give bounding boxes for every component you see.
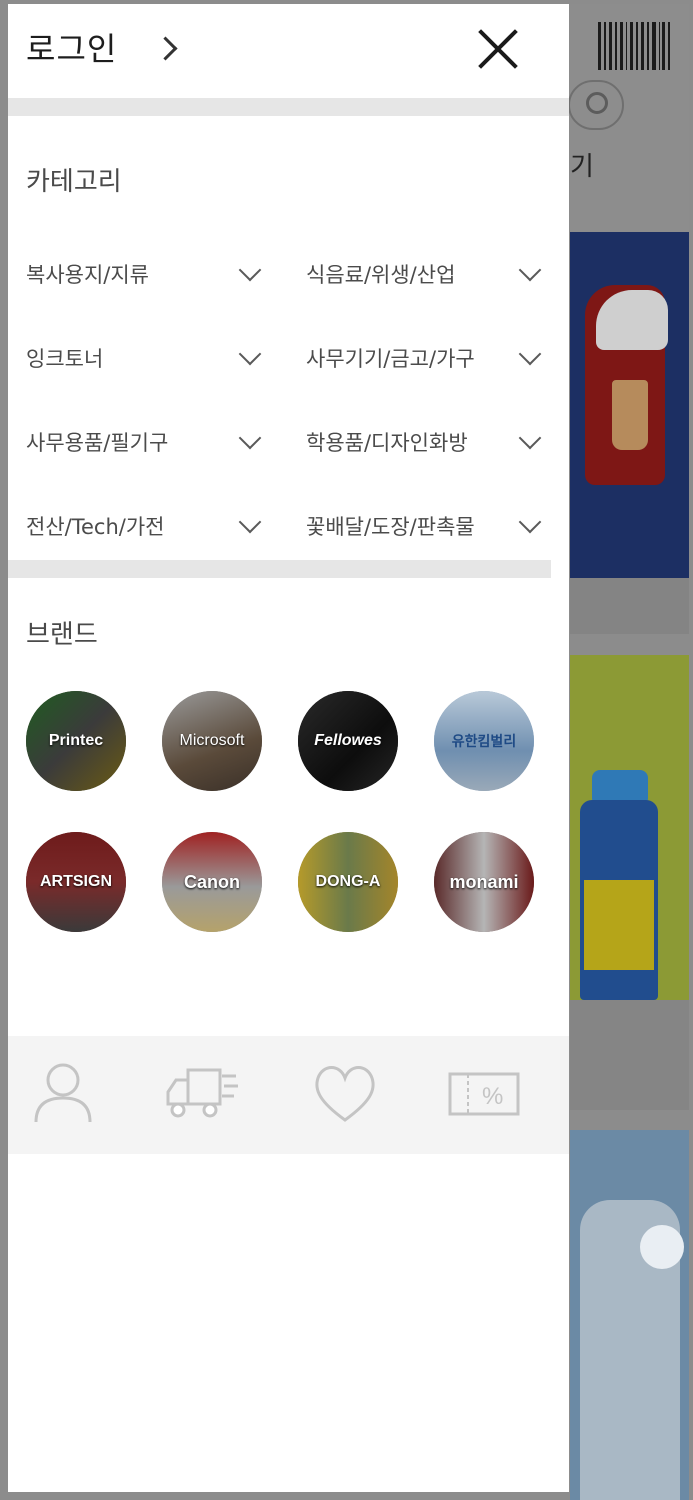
section-divider	[8, 98, 569, 116]
spray-can-label	[584, 880, 654, 970]
category-label: 전산/Tech/가전	[26, 515, 165, 539]
chevron-down-icon	[518, 258, 542, 282]
brand-donga[interactable]: DONG-A	[298, 832, 398, 932]
user-icon[interactable]	[30, 1060, 100, 1126]
login-link[interactable]: 로그인	[26, 24, 178, 70]
brand-label: 유한킴벌리	[451, 733, 517, 749]
category-label: 사무용품/필기구	[26, 431, 169, 455]
product-badge	[640, 1225, 684, 1269]
heart-icon[interactable]	[310, 1060, 380, 1126]
category-item[interactable]: 사무용품/필기구	[26, 420, 266, 464]
brand-label: Printec	[48, 732, 104, 749]
chevron-down-icon	[518, 510, 542, 534]
category-label: 복사용지/지류	[26, 263, 149, 287]
brand-microsoft[interactable]: Microsoft	[162, 691, 262, 791]
delivery-truck-icon[interactable]	[164, 1060, 238, 1126]
side-drawer: 로그인 카테고리 복사용지/지류 식음료/위생/산업 잉크토너 사무기기/금고/…	[8, 4, 569, 1492]
section-divider	[8, 560, 551, 578]
search-icon	[568, 80, 624, 130]
brand-yuhan-kimberly[interactable]: 유한킴벌리	[434, 691, 534, 791]
category-item[interactable]: 전산/Tech/가전	[26, 504, 266, 548]
brand-artsign[interactable]: ARTSIGN	[26, 832, 126, 932]
barcode-icon	[598, 22, 670, 70]
brand-label: ARTSIGN	[40, 873, 112, 890]
category-item[interactable]: 식음료/위생/산업	[306, 252, 546, 296]
chevron-down-icon	[518, 342, 542, 366]
chevron-down-icon	[518, 426, 542, 450]
chevron-down-icon	[238, 342, 262, 366]
brand-printec[interactable]: Printec	[26, 691, 126, 791]
brand-label: Microsoft	[179, 732, 245, 749]
category-item[interactable]: 사무기기/금고/가구	[306, 336, 546, 380]
category-section-title: 카테고리	[26, 167, 122, 197]
svg-text:%: %	[482, 1083, 503, 1110]
drawer-header: 로그인	[8, 4, 569, 98]
coupon-icon[interactable]: %	[446, 1060, 520, 1126]
category-item[interactable]: 복사용지/지류	[26, 252, 266, 296]
coffee-cup-image	[612, 380, 648, 450]
background-strip	[570, 1000, 689, 1110]
category-label: 꽃배달/도장/판촉물	[306, 515, 475, 539]
category-label: 식음료/위생/산업	[306, 263, 456, 287]
category-label: 잉크토너	[26, 347, 104, 371]
category-label: 학용품/디자인화방	[306, 431, 468, 455]
brand-canon[interactable]: Canon	[162, 832, 262, 932]
background-partial-text: 기	[570, 152, 594, 182]
brand-monami[interactable]: monami	[434, 832, 534, 932]
brand-label: monami	[449, 871, 519, 892]
category-item[interactable]: 학용품/디자인화방	[306, 420, 546, 464]
chevron-down-icon	[238, 426, 262, 450]
close-button[interactable]	[476, 28, 518, 70]
category-item[interactable]: 잉크토너	[26, 336, 266, 380]
login-label: 로그인	[26, 30, 118, 68]
coffee-machine-top	[596, 290, 668, 350]
chevron-down-icon	[238, 510, 262, 534]
brand-label: Canon	[184, 871, 240, 892]
brand-label: DONG-A	[315, 873, 381, 890]
background-strip	[570, 578, 689, 634]
brand-fellowes[interactable]: Fellowes	[298, 691, 398, 791]
category-item[interactable]: 꽃배달/도장/판촉물	[306, 504, 546, 548]
chevron-down-icon	[238, 258, 262, 282]
quick-menu-bar: %	[8, 1036, 569, 1154]
category-label: 사무기기/금고/가구	[306, 347, 475, 371]
chevron-right-icon	[153, 35, 178, 61]
brand-label: Fellowes	[314, 732, 382, 749]
brand-section-title: 브랜드	[26, 620, 98, 650]
